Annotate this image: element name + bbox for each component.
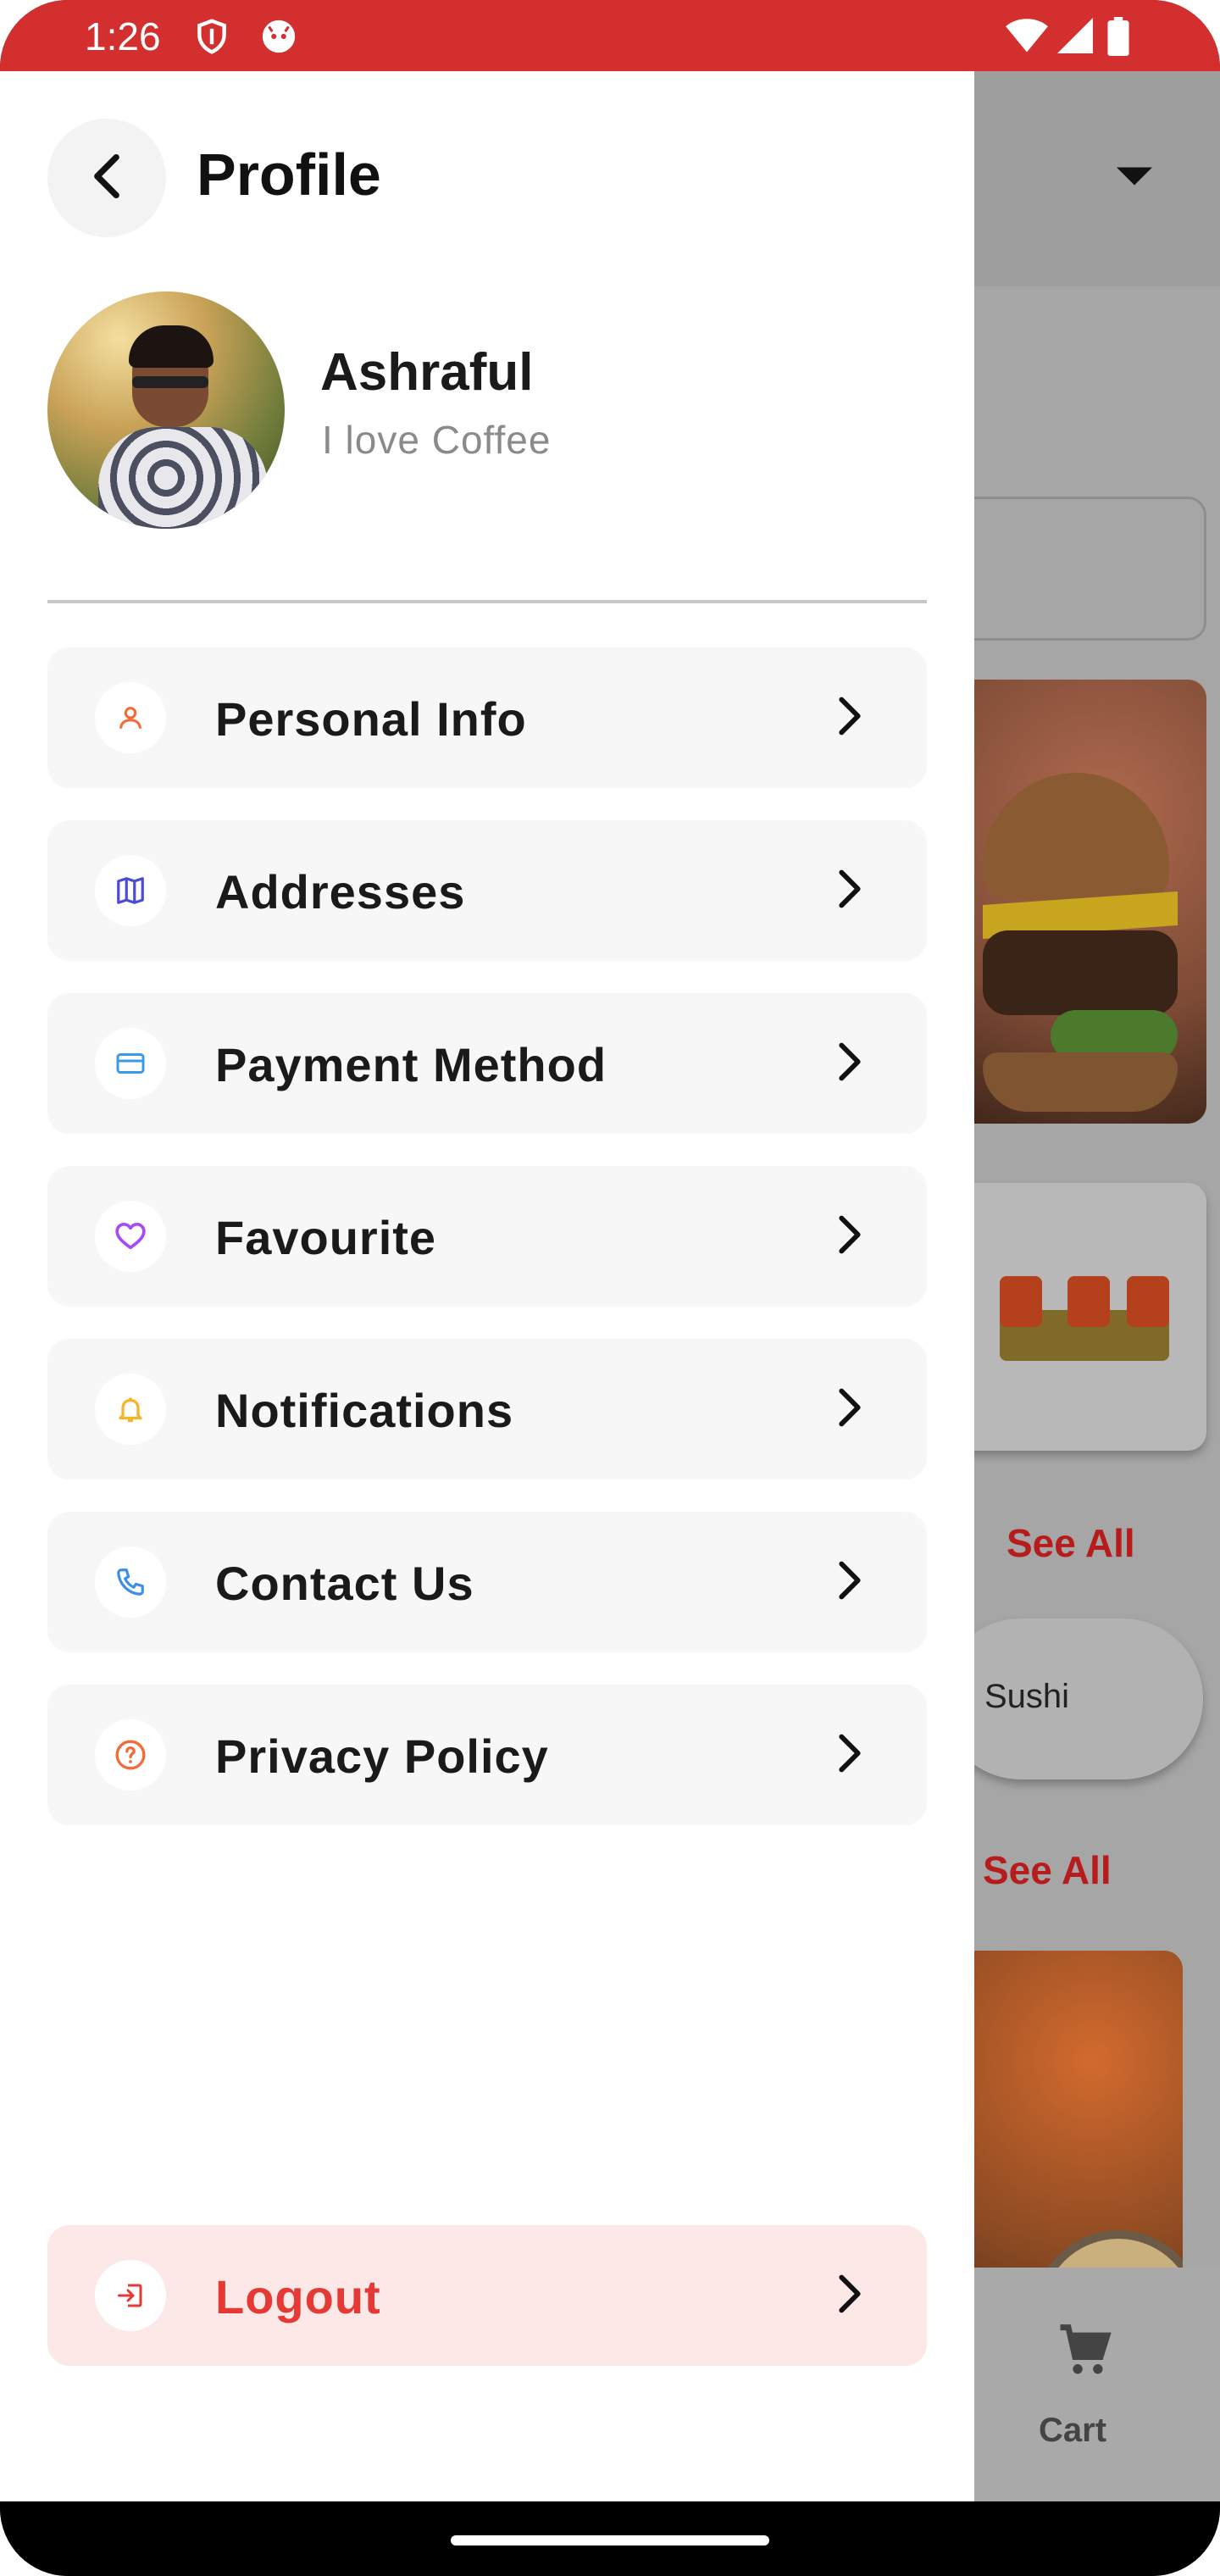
menu-item-label: Favourite <box>215 1211 437 1264</box>
menu-item-privacy-policy[interactable]: Privacy Policy <box>47 1685 927 1825</box>
chevron-right-icon <box>835 2272 864 2320</box>
menu-item-contact-us[interactable]: Contact Us <box>47 1512 927 1652</box>
menu-item-label: Payment Method <box>215 1038 607 1091</box>
menu-item-label: Personal Info <box>215 692 527 746</box>
chevron-right-icon <box>835 1385 864 1434</box>
cat-notification-icon <box>259 17 298 60</box>
menu-item-label: Privacy Policy <box>215 1729 549 1783</box>
back-button[interactable] <box>47 119 166 237</box>
dropdown-arrow-icon <box>1117 166 1152 191</box>
user-name: Ashraful <box>320 343 534 402</box>
chevron-right-icon <box>835 694 864 742</box>
heart-icon <box>95 1201 166 1272</box>
chevron-right-icon <box>835 1040 864 1088</box>
menu-item-label: Notifications <box>215 1384 514 1437</box>
status-bar: 1:26 <box>0 0 1220 71</box>
chevron-left-icon <box>90 153 124 204</box>
chevron-right-icon <box>835 1731 864 1779</box>
gesture-bar <box>0 2501 1220 2576</box>
menu-item-personal-info[interactable]: Personal Info <box>47 647 927 788</box>
background-cart-label: Cart <box>1039 2412 1107 2449</box>
wifi-icon <box>1005 17 1049 58</box>
battery-icon <box>1106 17 1130 60</box>
menu-item-favourite[interactable]: Favourite <box>47 1166 927 1307</box>
map-icon <box>95 855 166 926</box>
shield-icon <box>193 17 230 60</box>
bell-icon <box>95 1374 166 1445</box>
background-see-all-link: See All <box>1006 1521 1135 1565</box>
divider <box>47 600 927 603</box>
status-time: 1:26 <box>85 14 161 58</box>
cart-icon <box>1052 2317 1117 2385</box>
menu-item-payment-method[interactable]: Payment Method <box>47 993 927 1134</box>
device-frame: 1:26 See All Sushi See All Cart Profile … <box>0 0 1220 2576</box>
chevron-right-icon <box>835 1558 864 1607</box>
cell-signal-icon <box>1057 17 1093 58</box>
logout-icon <box>95 2260 166 2331</box>
page-title: Profile <box>197 142 381 208</box>
help-circle-icon <box>95 1719 166 1790</box>
background-see-all-link-2: See All <box>983 1848 1112 1892</box>
background-app-header <box>974 71 1220 286</box>
avatar[interactable] <box>47 291 285 529</box>
chevron-right-icon <box>835 1213 864 1261</box>
user-bio: I love Coffee <box>322 418 552 462</box>
background-category-label: Sushi <box>984 1678 1070 1715</box>
logout-label: Logout <box>215 2270 381 2323</box>
card-icon <box>95 1028 166 1099</box>
menu-item-addresses[interactable]: Addresses <box>47 820 927 961</box>
person-icon <box>95 682 166 753</box>
background-search-field <box>974 497 1206 641</box>
background-burger-banner <box>974 680 1206 1124</box>
home-indicator[interactable] <box>451 2535 769 2545</box>
background-restaurant-card <box>974 1183 1206 1451</box>
chevron-right-icon <box>835 867 864 915</box>
menu-item-notifications[interactable]: Notifications <box>47 1339 927 1480</box>
background-app: See All Sushi See All Cart <box>974 71 1220 2501</box>
phone-icon <box>95 1546 166 1618</box>
menu-item-label: Contact Us <box>215 1557 474 1610</box>
menu-item-label: Addresses <box>215 865 466 919</box>
logout-button[interactable]: Logout <box>47 2225 927 2366</box>
profile-drawer: Profile Ashraful I love Coffee Personal … <box>0 71 974 2501</box>
